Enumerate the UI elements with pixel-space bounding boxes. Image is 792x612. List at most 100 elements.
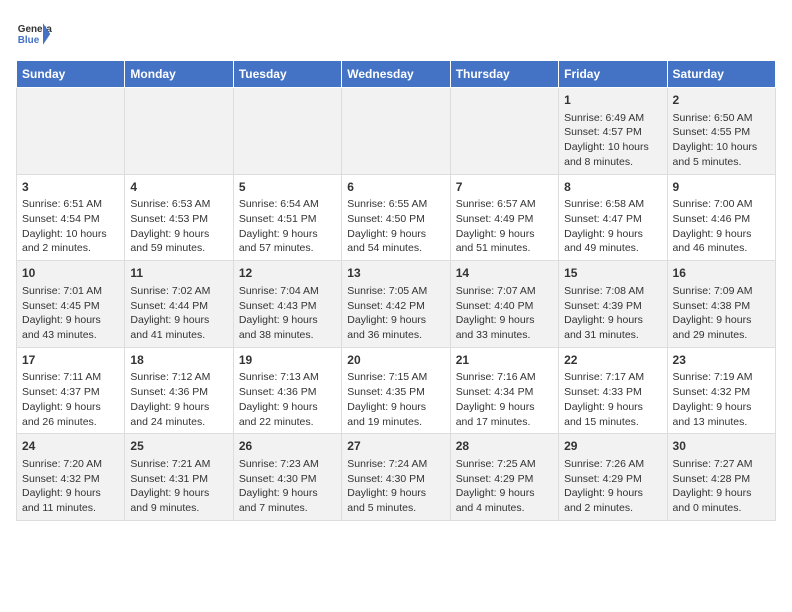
day-detail: Sunset: 4:38 PM: [673, 299, 770, 314]
day-detail: Sunrise: 7:17 AM: [564, 370, 661, 385]
day-number: 6: [347, 179, 444, 196]
calendar-cell: 20Sunrise: 7:15 AMSunset: 4:35 PMDayligh…: [342, 347, 450, 434]
day-detail: Sunset: 4:40 PM: [456, 299, 553, 314]
day-detail: Sunrise: 7:24 AM: [347, 457, 444, 472]
calendar-cell: [17, 88, 125, 175]
day-detail: Daylight: 9 hours and 26 minutes.: [22, 400, 119, 429]
day-detail: Sunset: 4:43 PM: [239, 299, 336, 314]
column-header-saturday: Saturday: [667, 61, 775, 88]
day-detail: Sunset: 4:53 PM: [130, 212, 227, 227]
day-detail: Sunset: 4:28 PM: [673, 472, 770, 487]
day-detail: Sunset: 4:35 PM: [347, 385, 444, 400]
calendar-cell: 4Sunrise: 6:53 AMSunset: 4:53 PMDaylight…: [125, 174, 233, 261]
day-detail: Sunrise: 6:58 AM: [564, 197, 661, 212]
day-detail: Daylight: 9 hours and 36 minutes.: [347, 313, 444, 342]
day-detail: Sunrise: 6:49 AM: [564, 111, 661, 126]
day-detail: Sunrise: 7:12 AM: [130, 370, 227, 385]
week-row-2: 3Sunrise: 6:51 AMSunset: 4:54 PMDaylight…: [17, 174, 776, 261]
day-detail: Sunset: 4:37 PM: [22, 385, 119, 400]
day-detail: Daylight: 9 hours and 49 minutes.: [564, 227, 661, 256]
day-detail: Sunrise: 7:05 AM: [347, 284, 444, 299]
day-detail: Sunrise: 6:55 AM: [347, 197, 444, 212]
day-detail: Sunset: 4:30 PM: [239, 472, 336, 487]
header: General Blue: [16, 16, 776, 52]
calendar-cell: [233, 88, 341, 175]
day-number: 19: [239, 352, 336, 369]
day-detail: Sunrise: 6:50 AM: [673, 111, 770, 126]
day-number: 11: [130, 265, 227, 282]
day-detail: Daylight: 9 hours and 33 minutes.: [456, 313, 553, 342]
day-detail: Sunrise: 7:26 AM: [564, 457, 661, 472]
calendar-cell: 21Sunrise: 7:16 AMSunset: 4:34 PMDayligh…: [450, 347, 558, 434]
day-detail: Daylight: 10 hours and 5 minutes.: [673, 140, 770, 169]
calendar-table: SundayMondayTuesdayWednesdayThursdayFrid…: [16, 60, 776, 521]
day-detail: Sunrise: 7:01 AM: [22, 284, 119, 299]
day-detail: Sunset: 4:36 PM: [130, 385, 227, 400]
week-row-5: 24Sunrise: 7:20 AMSunset: 4:32 PMDayligh…: [17, 434, 776, 521]
day-number: 26: [239, 438, 336, 455]
day-detail: Daylight: 9 hours and 54 minutes.: [347, 227, 444, 256]
day-detail: Sunrise: 6:54 AM: [239, 197, 336, 212]
day-number: 14: [456, 265, 553, 282]
day-detail: Sunrise: 6:53 AM: [130, 197, 227, 212]
day-detail: Sunrise: 7:04 AM: [239, 284, 336, 299]
calendar-cell: 16Sunrise: 7:09 AMSunset: 4:38 PMDayligh…: [667, 261, 775, 348]
day-detail: Sunrise: 7:21 AM: [130, 457, 227, 472]
day-detail: Daylight: 9 hours and 57 minutes.: [239, 227, 336, 256]
calendar-cell: [125, 88, 233, 175]
week-row-3: 10Sunrise: 7:01 AMSunset: 4:45 PMDayligh…: [17, 261, 776, 348]
day-detail: Sunrise: 7:11 AM: [22, 370, 119, 385]
calendar-cell: 30Sunrise: 7:27 AMSunset: 4:28 PMDayligh…: [667, 434, 775, 521]
day-detail: Daylight: 9 hours and 51 minutes.: [456, 227, 553, 256]
calendar-cell: 15Sunrise: 7:08 AMSunset: 4:39 PMDayligh…: [559, 261, 667, 348]
day-number: 10: [22, 265, 119, 282]
column-header-sunday: Sunday: [17, 61, 125, 88]
day-detail: Daylight: 9 hours and 13 minutes.: [673, 400, 770, 429]
day-detail: Daylight: 9 hours and 29 minutes.: [673, 313, 770, 342]
day-number: 22: [564, 352, 661, 369]
day-number: 2: [673, 92, 770, 109]
day-number: 27: [347, 438, 444, 455]
day-detail: Daylight: 9 hours and 46 minutes.: [673, 227, 770, 256]
day-detail: Daylight: 10 hours and 8 minutes.: [564, 140, 661, 169]
day-detail: Sunset: 4:54 PM: [22, 212, 119, 227]
calendar-cell: 2Sunrise: 6:50 AMSunset: 4:55 PMDaylight…: [667, 88, 775, 175]
day-number: 5: [239, 179, 336, 196]
day-detail: Sunset: 4:31 PM: [130, 472, 227, 487]
calendar-cell: 18Sunrise: 7:12 AMSunset: 4:36 PMDayligh…: [125, 347, 233, 434]
day-detail: Sunset: 4:33 PM: [564, 385, 661, 400]
day-detail: Daylight: 9 hours and 11 minutes.: [22, 486, 119, 515]
day-number: 24: [22, 438, 119, 455]
day-number: 18: [130, 352, 227, 369]
column-header-monday: Monday: [125, 61, 233, 88]
day-number: 30: [673, 438, 770, 455]
day-detail: Sunset: 4:29 PM: [456, 472, 553, 487]
calendar-cell: 14Sunrise: 7:07 AMSunset: 4:40 PMDayligh…: [450, 261, 558, 348]
day-detail: Sunrise: 7:13 AM: [239, 370, 336, 385]
calendar-cell: 5Sunrise: 6:54 AMSunset: 4:51 PMDaylight…: [233, 174, 341, 261]
day-number: 28: [456, 438, 553, 455]
calendar-cell: 27 Sunrise: 7:24 AMSunset: 4:30 PMDayligh…: [342, 434, 450, 521]
calendar-cell: [450, 88, 558, 175]
day-detail: Daylight: 9 hours and 59 minutes.: [130, 227, 227, 256]
week-row-1: 1Sunrise: 6:49 AMSunset: 4:57 PMDaylight…: [17, 88, 776, 175]
calendar-cell: [342, 88, 450, 175]
day-detail: Daylight: 9 hours and 43 minutes.: [22, 313, 119, 342]
calendar-cell: 25Sunrise: 7:21 AMSunset: 4:31 PMDayligh…: [125, 434, 233, 521]
svg-text:Blue: Blue: [18, 35, 40, 46]
logo: General Blue: [16, 16, 52, 52]
day-detail: Daylight: 9 hours and 15 minutes.: [564, 400, 661, 429]
day-number: 8: [564, 179, 661, 196]
day-detail: Sunset: 4:51 PM: [239, 212, 336, 227]
day-number: 13: [347, 265, 444, 282]
calendar-cell: 7Sunrise: 6:57 AMSunset: 4:49 PMDaylight…: [450, 174, 558, 261]
day-number: 25: [130, 438, 227, 455]
calendar-cell: 29Sunrise: 7:26 AMSunset: 4:29 PMDayligh…: [559, 434, 667, 521]
column-header-friday: Friday: [559, 61, 667, 88]
day-detail: Daylight: 9 hours and 5 minutes.: [347, 486, 444, 515]
day-detail: Sunset: 4:30 PM: [347, 472, 444, 487]
day-number: 21: [456, 352, 553, 369]
day-number: 17: [22, 352, 119, 369]
day-number: 15: [564, 265, 661, 282]
calendar-cell: 13Sunrise: 7:05 AMSunset: 4:42 PMDayligh…: [342, 261, 450, 348]
